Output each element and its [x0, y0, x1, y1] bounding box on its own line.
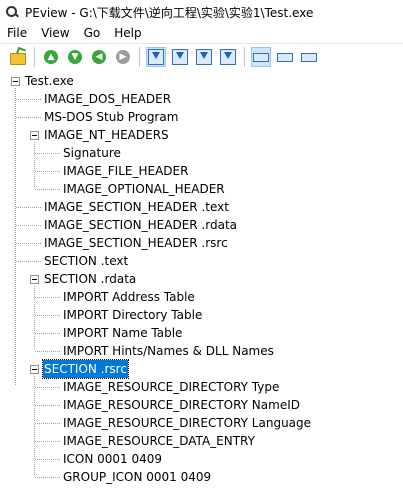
- menu-go[interactable]: Go: [77, 26, 108, 40]
- tree-guide: [35, 423, 60, 424]
- view-byte-icon[interactable]: [146, 47, 166, 67]
- tree-item[interactable]: IMAGE_DOS_HEADER: [44, 90, 171, 108]
- tree-guide: [35, 153, 60, 154]
- menu-file[interactable]: File: [0, 26, 34, 40]
- tree-guide: [35, 333, 60, 334]
- tree-guide: [35, 315, 60, 316]
- nav-up-icon[interactable]: ▲: [41, 47, 61, 67]
- tree-guide: [35, 387, 60, 388]
- tree-item[interactable]: IMAGE_RESOURCE_DATA_ENTRY: [63, 432, 255, 450]
- tree-item[interactable]: IMPORT Hints/Names & DLL Names: [63, 342, 274, 360]
- tree-guide: [16, 207, 41, 208]
- tree-item[interactable]: SECTION .text: [44, 252, 128, 270]
- tree-item[interactable]: IMPORT Directory Table: [63, 306, 202, 324]
- tree-guide: [35, 405, 60, 406]
- tree-item[interactable]: IMAGE_RESOURCE_DIRECTORY Language: [63, 414, 311, 432]
- toolbar-separator: [244, 47, 245, 67]
- tree-guide: [34, 376, 35, 475]
- tree-item[interactable]: IMAGE_SECTION_HEADER .rdata: [44, 216, 237, 234]
- tree-guide: [35, 477, 60, 478]
- view-dword-icon[interactable]: [194, 47, 214, 67]
- tree-item[interactable]: MS-DOS Stub Program: [44, 108, 178, 126]
- tree-guide: [35, 459, 60, 460]
- menu-bar: File View Go Help: [0, 24, 403, 42]
- tree-guide: [16, 99, 41, 100]
- view-mode-1-icon[interactable]: [251, 47, 271, 67]
- tree-item[interactable]: GROUP_ICON 0001 0409: [63, 468, 211, 486]
- tree-guide: [16, 261, 41, 262]
- tree-guide: [15, 88, 16, 385]
- tree-item[interactable]: IMAGE_SECTION_HEADER .text: [44, 198, 229, 216]
- window-title: PEview - G:\下载文件\逆向工程\实验\实验1\Test.exe: [25, 5, 314, 20]
- tree-guide: [16, 243, 41, 244]
- tree-guide: [34, 142, 35, 187]
- tree-item[interactable]: IMAGE_NT_HEADERS: [44, 126, 169, 144]
- view-mode-2-icon[interactable]: [275, 47, 295, 67]
- magnifier-app-icon: [5, 5, 19, 19]
- tree-item[interactable]: ICON 0001 0409: [63, 450, 162, 468]
- toolbar-separator: [139, 47, 140, 67]
- tree-item[interactable]: IMAGE_OPTIONAL_HEADER: [63, 180, 225, 198]
- collapse-section-rdata-icon[interactable]: [30, 275, 39, 284]
- view-word-icon[interactable]: [170, 47, 190, 67]
- title-bar: PEview - G:\下载文件\逆向工程\实验\实验1\Test.exe: [0, 0, 403, 24]
- tree-guide: [16, 117, 41, 118]
- tree-item[interactable]: IMAGE_SECTION_HEADER .rsrc: [44, 234, 228, 252]
- menu-help[interactable]: Help: [107, 26, 148, 40]
- toolbar: ▲ ▼ ◀ ▶: [0, 43, 403, 70]
- tree-item-selected[interactable]: SECTION .rsrc: [42, 359, 129, 379]
- tree-guide: [34, 286, 35, 349]
- tree-item[interactable]: IMAGE_FILE_HEADER: [63, 162, 188, 180]
- pe-structure-tree: Test.exe IMAGE_DOS_HEADER MS-DOS Stub Pr…: [0, 70, 403, 493]
- tree-item[interactable]: SECTION .rdata: [44, 270, 136, 288]
- tree-item[interactable]: IMPORT Address Table: [63, 288, 195, 306]
- tree-guide: [35, 441, 60, 442]
- toolbar-separator: [34, 47, 35, 67]
- tree-guide: [35, 297, 60, 298]
- view-qword-icon[interactable]: [218, 47, 238, 67]
- menu-view[interactable]: View: [34, 26, 76, 40]
- tree-item[interactable]: IMAGE_RESOURCE_DIRECTORY NameID: [63, 396, 300, 414]
- tree-item[interactable]: Signature: [63, 144, 121, 162]
- tree-guide: [35, 171, 60, 172]
- tree-guide: [35, 189, 60, 190]
- tree-item[interactable]: IMPORT Name Table: [63, 324, 182, 342]
- tree-item[interactable]: IMAGE_RESOURCE_DIRECTORY Type: [63, 378, 279, 396]
- open-folder-icon[interactable]: [8, 47, 28, 67]
- tree-root[interactable]: Test.exe: [25, 72, 74, 90]
- collapse-nt-headers-icon[interactable]: [30, 131, 39, 140]
- collapse-root-icon[interactable]: [11, 77, 20, 86]
- view-mode-3-icon[interactable]: [299, 47, 319, 67]
- nav-down-icon[interactable]: ▼: [65, 47, 85, 67]
- collapse-section-rsrc-icon[interactable]: [30, 365, 39, 374]
- tree-guide: [16, 225, 41, 226]
- nav-forward-icon[interactable]: ▶: [113, 47, 133, 67]
- tree-guide: [35, 351, 60, 352]
- nav-back-icon[interactable]: ◀: [89, 47, 109, 67]
